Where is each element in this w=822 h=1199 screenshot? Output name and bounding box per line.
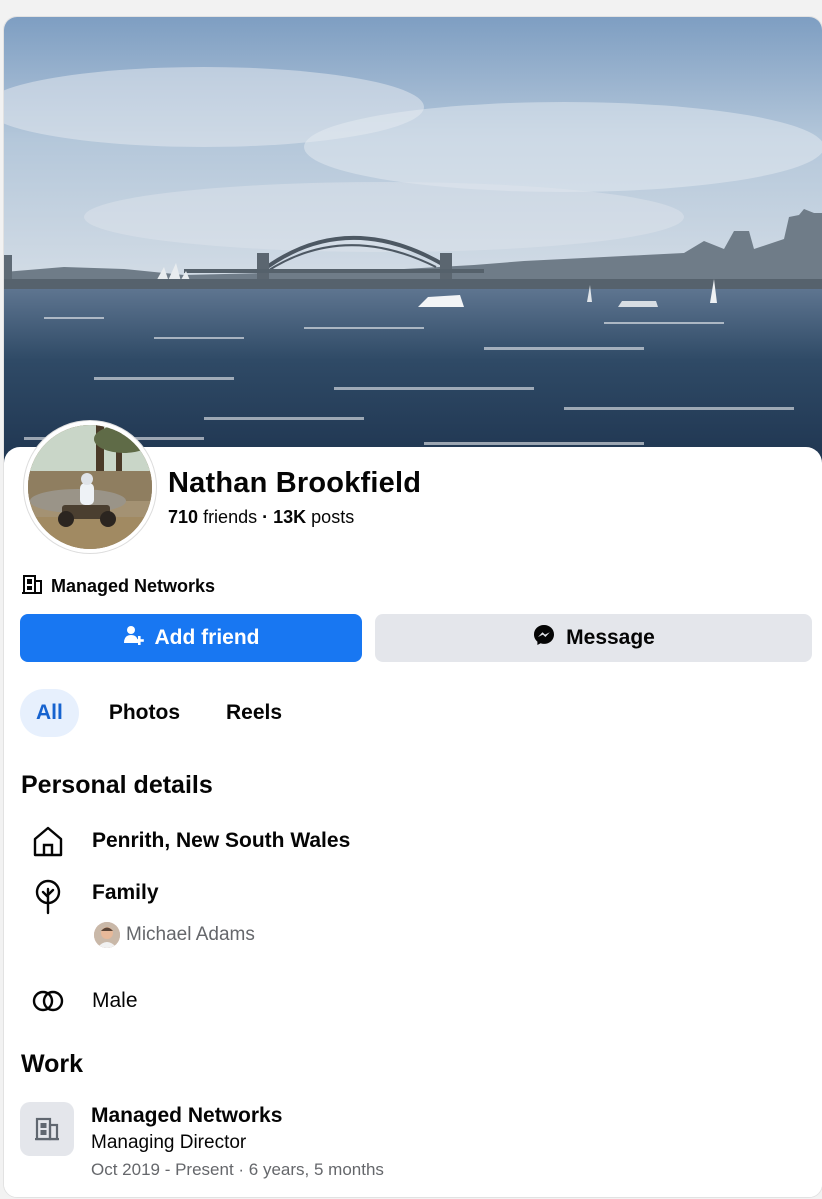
location-row[interactable]: Penrith, New South Wales — [28, 821, 350, 861]
family-label: Family — [92, 881, 159, 904]
location-text: Penrith, New South Wales — [92, 829, 351, 852]
family-member-name: Michael Adams — [126, 924, 255, 945]
stats-separator: · — [262, 507, 269, 527]
work-company: Managed Networks — [91, 1104, 283, 1127]
home-icon — [28, 821, 68, 861]
posts-count: 13K — [273, 507, 307, 527]
work-entry[interactable]: Managed Networks Managing Director Oct 2… — [91, 1102, 384, 1183]
gender-text: Male — [92, 989, 138, 1012]
work-role: Managing Director — [91, 1132, 247, 1153]
family-member[interactable]: Michael Adams — [94, 922, 255, 948]
profile-name: Nathan Brookfield — [168, 467, 422, 499]
profile-stats: 710 friends · 13K posts — [168, 507, 354, 528]
tab-reels[interactable]: Reels — [210, 689, 298, 737]
family-member-avatar — [94, 922, 120, 948]
profile-card: Nathan Brookfield 710 friends · 13K post… — [3, 16, 822, 1198]
building-icon — [20, 1102, 74, 1156]
messenger-icon — [532, 623, 556, 653]
add-friend-button[interactable]: Add friend — [20, 614, 362, 662]
friends-count[interactable]: 710 — [168, 507, 198, 527]
work-dates: Oct 2019 - Present · 6 years, 5 months — [91, 1160, 384, 1179]
gender-row: Male — [28, 981, 138, 1021]
profile-workplace[interactable]: Managed Networks — [21, 573, 215, 600]
family-tree-icon — [28, 877, 68, 917]
message-label: Message — [566, 626, 655, 649]
profile-avatar[interactable] — [24, 421, 156, 553]
friends-label[interactable]: friends — [203, 507, 257, 527]
tab-photos[interactable]: Photos — [93, 689, 196, 737]
workplace-label: Managed Networks — [51, 576, 216, 596]
gender-rings-icon — [28, 981, 68, 1021]
personal-details-heading: Personal details — [21, 771, 213, 799]
work-heading: Work — [21, 1050, 84, 1078]
tab-all[interactable]: All — [20, 689, 79, 737]
profile-tabs: All Photos Reels — [20, 689, 298, 737]
cover-photo[interactable] — [4, 17, 822, 467]
add-friend-label: Add friend — [154, 626, 260, 649]
family-row: Family — [28, 877, 159, 917]
posts-label: posts — [311, 507, 355, 527]
person-plus-icon — [123, 624, 145, 652]
building-icon — [21, 573, 43, 600]
message-button[interactable]: Message — [375, 614, 812, 662]
